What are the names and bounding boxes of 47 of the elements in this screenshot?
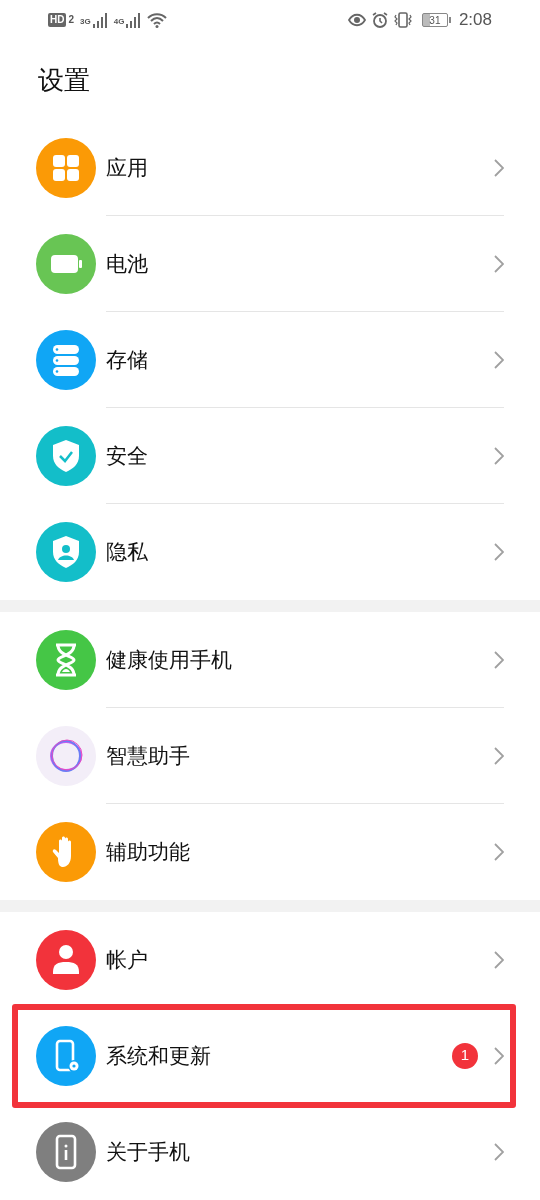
item-label: 智慧助手 xyxy=(106,742,191,769)
settings-item[interactable]: 智慧助手 xyxy=(0,708,540,804)
network-label: 4G xyxy=(113,16,125,28)
item-label: 健康使用手机 xyxy=(106,646,233,673)
notification-badge: 1 xyxy=(452,1042,478,1069)
item-label: 应用 xyxy=(106,154,149,181)
settings-item[interactable]: 隐私 xyxy=(0,504,540,600)
item-label: 辅助功能 xyxy=(106,839,191,866)
settings-item[interactable]: 系统和更新 1 xyxy=(0,1008,540,1104)
settings-item[interactable]: 存储 xyxy=(0,312,540,408)
sim-number: 2 xyxy=(68,15,74,25)
settings-item[interactable]: 辅助功能 xyxy=(0,804,540,900)
chevron-right-icon xyxy=(494,1143,504,1161)
settings-item[interactable]: 应用 xyxy=(0,120,540,216)
chevron-right-icon xyxy=(494,543,504,561)
item-label: 关于手机 xyxy=(106,1139,191,1166)
chevron-right-icon xyxy=(494,350,504,369)
item-label: 电池 xyxy=(106,250,149,277)
chevron-right-icon xyxy=(494,843,504,861)
settings-item[interactable]: 安全 xyxy=(0,408,540,504)
settings-item[interactable]: 电池 xyxy=(0,216,540,312)
chevron-right-icon xyxy=(494,158,504,177)
chevron-right-icon xyxy=(494,254,504,273)
chevron-right-icon xyxy=(494,650,504,669)
network-label: 3G xyxy=(80,16,91,28)
settings-item[interactable]: 帐户 xyxy=(0,912,540,1008)
signal-icon xyxy=(125,12,142,28)
wifi-icon xyxy=(147,12,168,28)
chevron-right-icon xyxy=(494,1046,504,1065)
page-title: 设置 xyxy=(38,63,90,97)
vibrate-icon xyxy=(393,12,412,28)
chevron-right-icon xyxy=(494,746,504,765)
item-label: 隐私 xyxy=(106,539,149,566)
eye-icon xyxy=(347,13,366,27)
item-label: 系统和更新 xyxy=(106,1042,212,1069)
item-label: 帐户 xyxy=(106,946,149,973)
settings-item[interactable]: 关于手机 xyxy=(0,1104,540,1200)
hd-badge: HD xyxy=(48,13,67,27)
settings-item[interactable]: 健康使用手机 xyxy=(0,612,540,708)
chevron-right-icon xyxy=(494,446,504,465)
signal-icon xyxy=(91,12,108,28)
alarm-icon xyxy=(371,12,388,28)
item-label: 存储 xyxy=(106,346,149,373)
battery-indicator: 31 xyxy=(421,13,451,27)
chevron-right-icon xyxy=(494,950,504,969)
item-label: 安全 xyxy=(106,442,149,469)
clock-time: 2:08 xyxy=(458,9,492,32)
